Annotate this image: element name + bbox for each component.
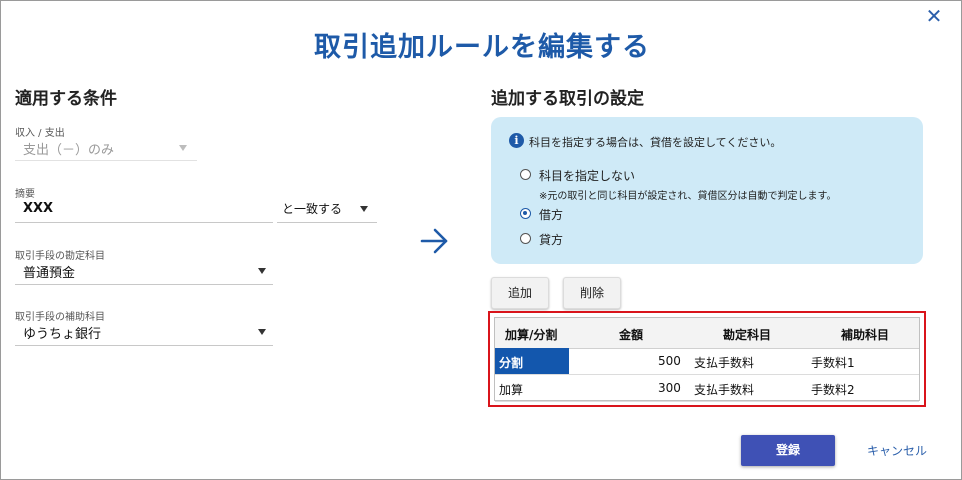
close-icon[interactable]: ✕ — [923, 5, 945, 27]
sub-account-label: 取引手段の補助科目 — [15, 312, 105, 323]
summary-match-value[interactable]: と一致する — [282, 200, 342, 217]
settings-section-title: 追加する取引の設定 — [491, 89, 644, 109]
radio-credit-label[interactable]: 貸方 — [539, 231, 563, 248]
split-table: 加算/分割 金額 勘定科目 補助科目 分割 500 支払手数料 手数料1 加算 … — [494, 317, 920, 402]
income-expense-underline — [15, 160, 197, 161]
row-account: 支払手数料 — [694, 383, 755, 397]
row-sub-account: 手数料1 — [811, 356, 855, 370]
chevron-down-icon[interactable] — [258, 268, 266, 274]
header-amount: 金額 — [619, 328, 644, 342]
sub-account-underline — [15, 345, 273, 346]
info-icon: i — [509, 133, 524, 148]
radio-no-account-note: ※元の取引と同じ科目が設定され、貸借区分は自動で判定します。 — [539, 191, 837, 202]
table-header: 加算/分割 金額 勘定科目 補助科目 — [495, 318, 919, 349]
radio-credit[interactable] — [520, 233, 531, 244]
summary-value[interactable]: XXX — [23, 201, 53, 216]
dialog-title: 取引追加ルールを編集する — [314, 32, 650, 63]
selected-cell[interactable]: 分割 — [495, 348, 569, 374]
radio-no-account[interactable] — [520, 169, 531, 180]
summary-label: 摘要 — [15, 189, 35, 200]
income-expense-value: 支出（－）のみ — [23, 143, 115, 158]
chevron-down-icon[interactable] — [360, 206, 368, 212]
cancel-button[interactable]: キャンセル — [867, 442, 927, 459]
info-text: 科目を指定する場合は、貸借を設定してください。 — [529, 136, 782, 149]
summary-match-underline — [277, 222, 377, 223]
debit-credit-panel: i 科目を指定する場合は、貸借を設定してください。 科目を指定しない ※元の取引… — [491, 117, 923, 264]
delete-button[interactable]: 削除 — [563, 277, 621, 309]
chevron-down-icon — [179, 145, 187, 151]
row-amount: 300 — [658, 381, 681, 395]
dialog: ✕ 取引追加ルールを編集する 適用する条件 収入 / 支出 支出（－）のみ 摘要… — [0, 0, 962, 480]
radio-no-account-label[interactable]: 科目を指定しない — [539, 167, 635, 184]
row-amount: 500 — [658, 354, 681, 368]
header-sub-account: 補助科目 — [841, 328, 890, 342]
arrow-right-icon — [420, 228, 448, 254]
account-value[interactable]: 普通預金 — [23, 262, 75, 281]
row-account: 支払手数料 — [694, 356, 755, 370]
table-row[interactable]: 分割 500 支払手数料 手数料1 — [495, 348, 919, 375]
conditions-section-title: 適用する条件 — [15, 89, 117, 109]
radio-debit[interactable] — [520, 208, 531, 219]
header-account: 勘定科目 — [723, 328, 772, 342]
account-underline — [15, 284, 273, 285]
header-type: 加算/分割 — [505, 328, 558, 342]
chevron-down-icon[interactable] — [258, 329, 266, 335]
row-type: 加算 — [499, 383, 524, 397]
income-expense-label: 収入 / 支出 — [15, 128, 65, 139]
split-table-highlight: 加算/分割 金額 勘定科目 補助科目 分割 500 支払手数料 手数料1 加算 … — [488, 311, 926, 407]
radio-debit-label[interactable]: 借方 — [539, 206, 563, 223]
summary-underline — [15, 222, 273, 223]
add-button[interactable]: 追加 — [491, 277, 549, 309]
row-sub-account: 手数料2 — [811, 383, 855, 397]
register-button[interactable]: 登録 — [741, 435, 835, 466]
table-row[interactable]: 加算 300 支払手数料 手数料2 — [495, 375, 919, 402]
account-label: 取引手段の勘定科目 — [15, 251, 105, 262]
row-type: 分割 — [499, 356, 524, 370]
sub-account-value[interactable]: ゆうちょ銀行 — [23, 323, 101, 342]
